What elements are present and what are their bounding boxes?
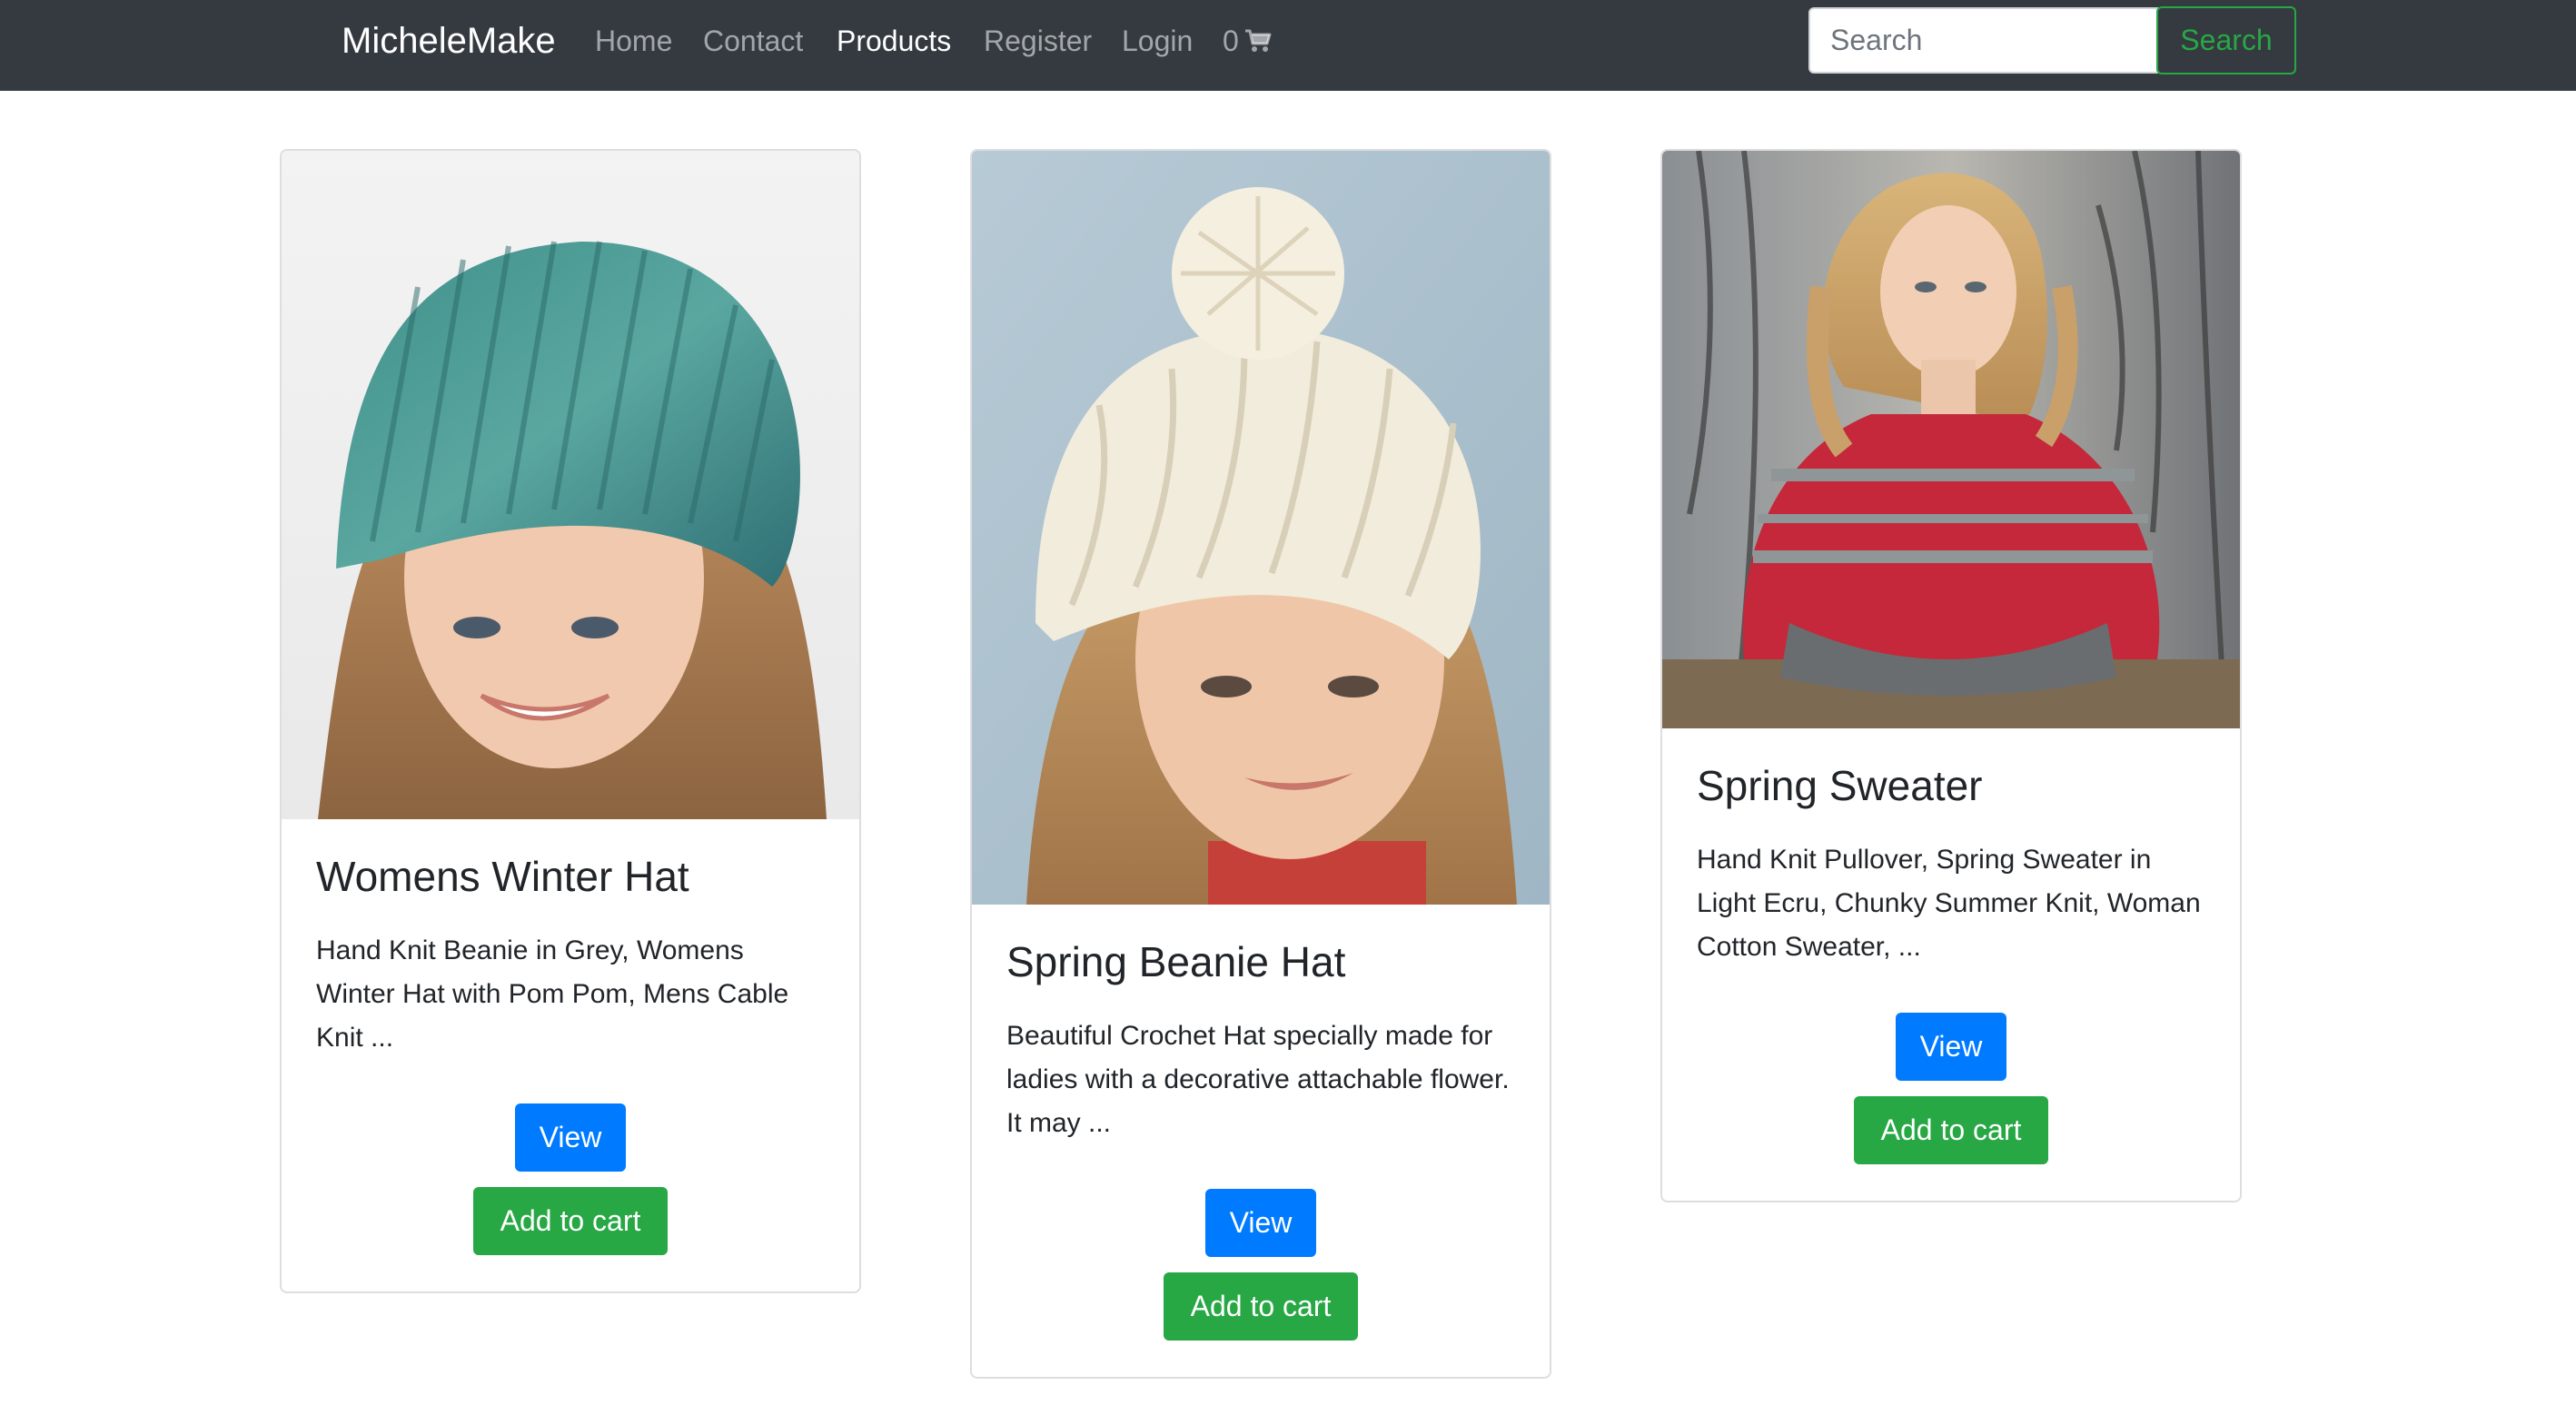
nav-link-products[interactable]: Products [837,18,951,64]
card-actions: View Add to cart [1006,1189,1515,1341]
product-title: Spring Beanie Hat [1006,938,1346,985]
brand-logo-link[interactable]: MicheleMake [342,18,556,64]
add-to-cart-button[interactable]: Add to cart [1164,1272,1358,1341]
card-body: Spring Sweater Hand Knit Pullover, Sprin… [1662,728,2240,1201]
nav-link-contact[interactable]: Contact [703,18,803,64]
nav-link-register[interactable]: Register [984,18,1092,64]
product-title: Spring Sweater [1697,762,1983,809]
view-button[interactable]: View [1896,1013,2006,1082]
card-body: Spring Beanie Hat Beautiful Crochet Hat … [972,905,1550,1377]
product-title: Womens Winter Hat [316,853,689,900]
add-to-cart-button[interactable]: Add to cart [473,1187,668,1256]
search-button[interactable]: Search [2156,6,2296,74]
product-description: Hand Knit Beanie in Grey, Womens Winter … [316,935,789,1054]
nav-link-login[interactable]: Login [1122,18,1193,64]
product-description: Beautiful Crochet Hat specially made for… [1006,1021,1510,1139]
card-actions: View Add to cart [316,1103,825,1256]
view-button[interactable]: View [1205,1189,1316,1258]
card-body: Womens Winter Hat Hand Knit Beanie in Gr… [282,819,859,1291]
cart-count: 0 [1223,25,1239,57]
shopping-cart-icon [1244,29,1272,52]
view-button[interactable]: View [515,1103,626,1173]
top-navbar: MicheleMake Home Contact Products Regist… [0,0,2576,91]
woman-red-sweater-image [1662,151,2240,728]
add-to-cart-button[interactable]: Add to cart [1854,1096,2048,1165]
cart-link[interactable]: 0 [1223,18,1272,64]
search-input[interactable] [1808,7,2158,74]
woman-cream-beanie-image [972,151,1550,905]
card-actions: View Add to cart [1697,1013,2205,1165]
product-card-spring-sweater: Spring Sweater Hand Knit Pullover, Sprin… [1660,149,2242,1203]
product-image-womens-winter-hat[interactable] [282,151,859,819]
product-description: Hand Knit Pullover, Spring Sweater in Li… [1697,845,2201,963]
product-image-spring-beanie-hat[interactable] [972,151,1550,905]
product-card-womens-winter-hat: Womens Winter Hat Hand Knit Beanie in Gr… [280,149,861,1294]
product-image-spring-sweater[interactable] [1662,151,2240,728]
nav-link-home[interactable]: Home [595,18,672,64]
product-card-spring-beanie-hat: Spring Beanie Hat Beautiful Crochet Hat … [970,149,1551,1380]
woman-teal-beanie-image [282,151,859,819]
